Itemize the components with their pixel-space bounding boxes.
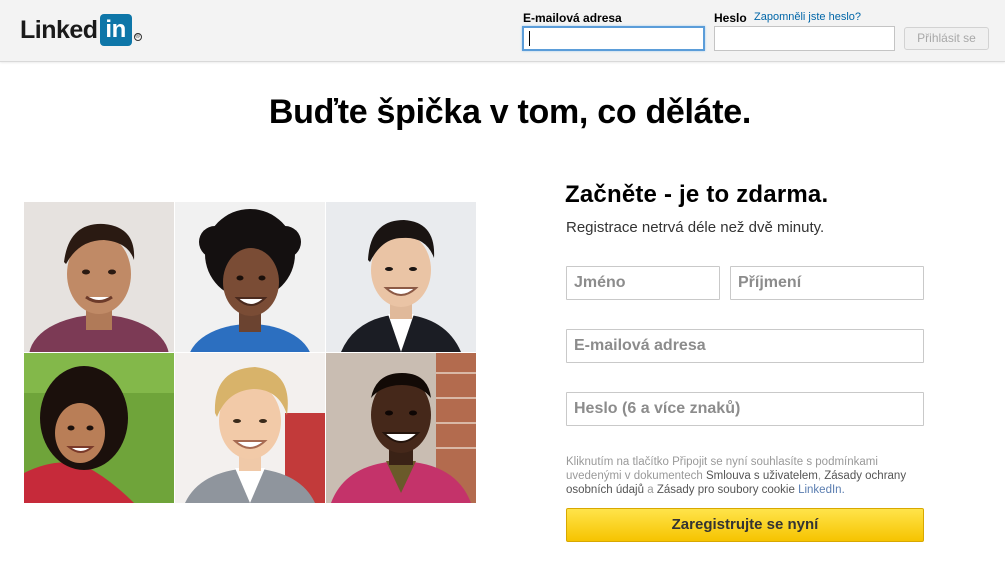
page-headline: Buďte špička v tom, co děláte. (268, 93, 752, 131)
register-button[interactable]: Zaregistrujte se nyní (566, 508, 924, 542)
photo-woman-grass (24, 353, 174, 503)
signup-email-input[interactable]: E-mailová adresa (566, 329, 924, 363)
top-bar: Linked in ® E-mailová adresa Heslo Zapom… (0, 0, 1005, 62)
signup-title: Začněte - je to zdarma. (565, 181, 829, 208)
last-name-input[interactable]: Příjmení (730, 266, 924, 300)
photo-grid (24, 202, 476, 503)
first-name-input[interactable]: Jméno (566, 266, 720, 300)
linkedin-logo[interactable]: Linked in ® (20, 14, 142, 46)
photo-man-smiling (24, 202, 174, 352)
photo-man-pink-jacket (326, 353, 476, 503)
login-email-input[interactable] (522, 26, 705, 51)
forgot-password-link[interactable]: Zapomněli jste heslo? (754, 11, 861, 23)
user-agreement-link[interactable]: Smlouva s uživatelem (706, 470, 818, 482)
terms-suffix[interactable]: LinkedIn. (795, 484, 845, 496)
terms-text: Kliknutím na tlačítko Připojit se nyní s… (566, 455, 926, 497)
terms-separator-2: a (644, 484, 657, 496)
login-password-input[interactable] (714, 26, 895, 51)
login-email-label: E-mailová adresa (523, 11, 622, 25)
logo-in-box: in (99, 14, 132, 46)
photo-man-suit (326, 202, 476, 352)
signup-subtitle: Registrace netrvá déle než dvě minuty. (566, 219, 825, 236)
photo-man-blond (175, 353, 325, 503)
text-caret (529, 31, 530, 46)
signup-password-input[interactable]: Heslo (6 a více znaků) (566, 392, 924, 426)
registered-mark: ® (133, 33, 142, 41)
cookie-policy-link[interactable]: Zásady pro soubory cookie (657, 484, 795, 496)
photo-woman-curly-hair (175, 202, 325, 352)
logo-text: Linked (20, 16, 98, 44)
login-button[interactable]: Přihlásit se (904, 27, 989, 50)
login-password-label: Heslo (714, 11, 747, 25)
